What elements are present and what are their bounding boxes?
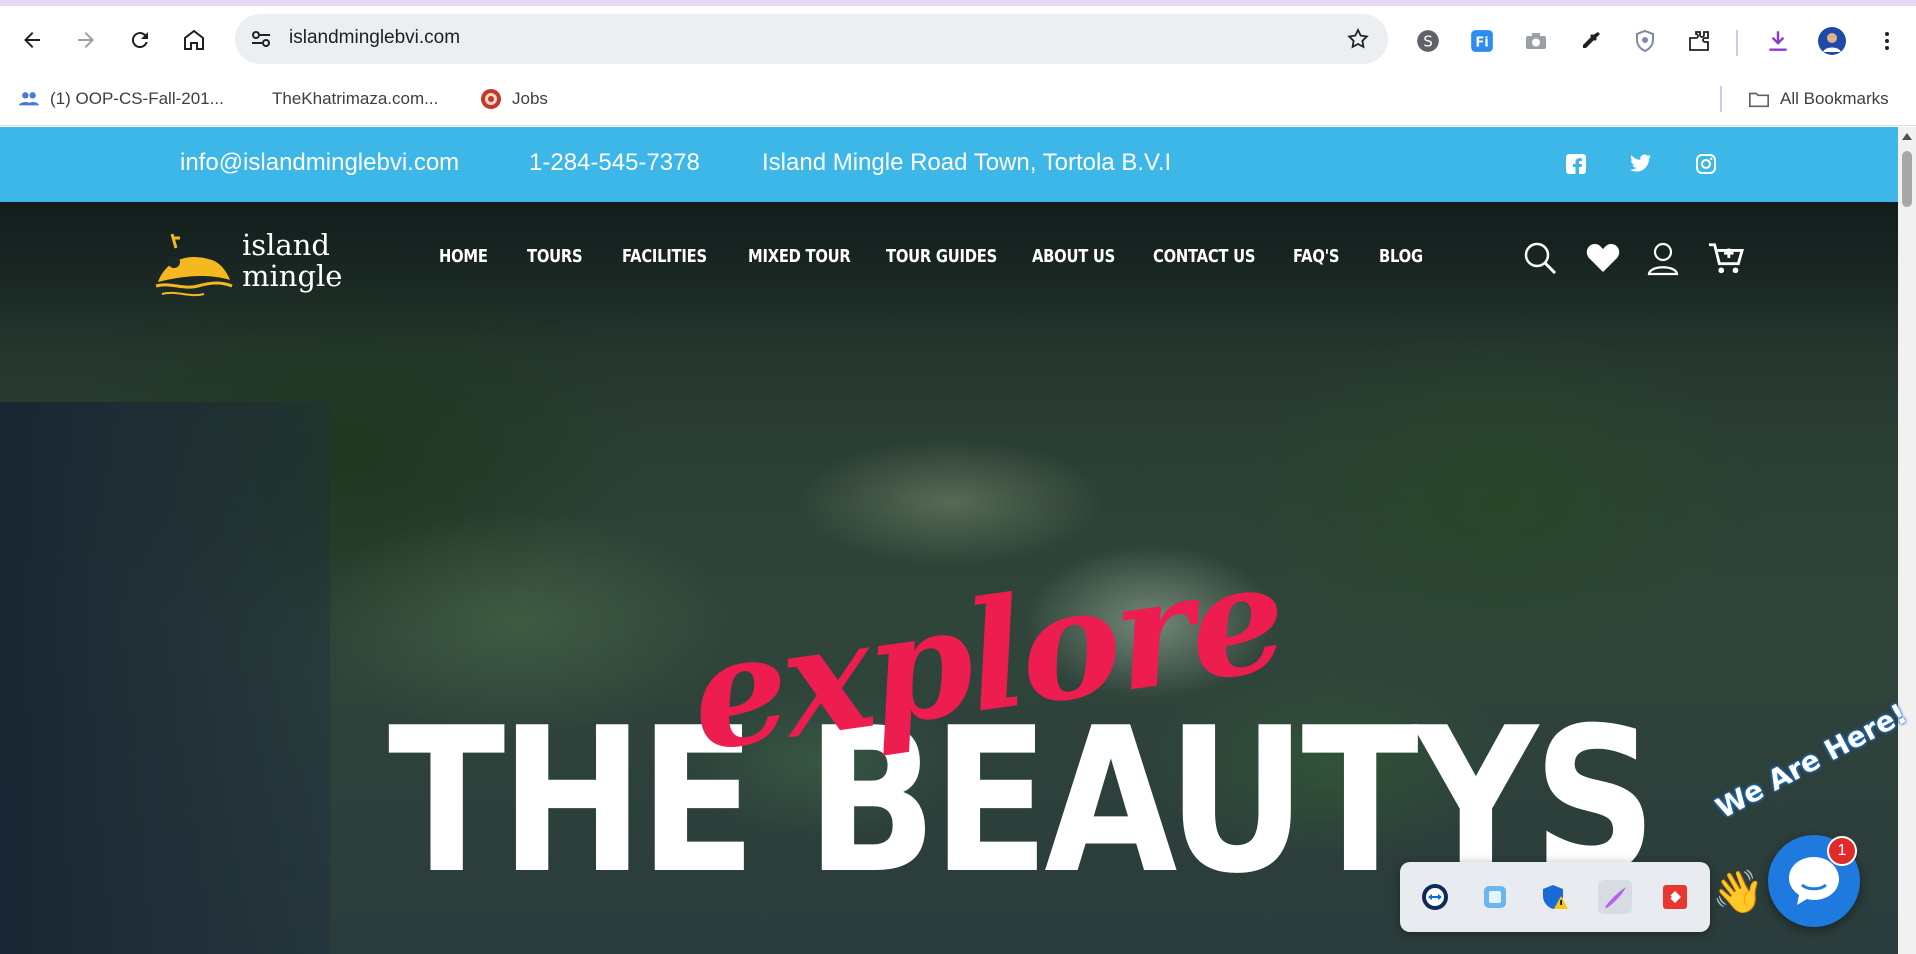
waving-hand-icon: 👋 bbox=[1712, 868, 1765, 915]
logo-line2: mingle bbox=[242, 259, 343, 293]
profile-avatar[interactable] bbox=[1818, 27, 1846, 55]
email-link[interactable]: info@islandminglebvi.com bbox=[180, 149, 459, 177]
nav-tours[interactable]: TOURS bbox=[527, 246, 583, 267]
cart-icon[interactable] bbox=[1708, 240, 1744, 276]
extensions-puzzle-icon[interactable] bbox=[1685, 27, 1713, 55]
bookmarks-separator bbox=[1720, 86, 1722, 112]
arrow-right-icon bbox=[78, 32, 94, 48]
svg-text:Fi: Fi bbox=[1475, 35, 1488, 50]
blank-page-icon bbox=[250, 88, 262, 110]
twitter-icon[interactable] bbox=[1630, 153, 1652, 175]
jobs-favicon bbox=[480, 88, 502, 110]
toolbar-separator bbox=[1736, 30, 1738, 56]
window-app-icon[interactable] bbox=[1478, 880, 1512, 914]
anydesk-icon[interactable] bbox=[1658, 880, 1692, 914]
svg-text:S: S bbox=[1423, 32, 1433, 50]
nav-facilities[interactable]: FACILITIES bbox=[622, 246, 707, 267]
bookmark-item[interactable]: TheKhatrimaza.com... bbox=[250, 84, 438, 114]
nav-mixed-tour[interactable]: MIXED TOUR bbox=[748, 246, 851, 267]
browser-menu-icon[interactable] bbox=[1873, 27, 1901, 55]
nav-faqs[interactable]: FAQ'S bbox=[1293, 246, 1340, 267]
hero-section: island mingle HOME TOURS FACILITIES MIXE… bbox=[0, 202, 1898, 954]
url-text[interactable]: islandminglebvi.com bbox=[289, 27, 460, 49]
shield-extension-icon[interactable] bbox=[1631, 27, 1659, 55]
bookmarks-bar: (1) OOP-CS-Fall-201... TheKhatrimaza.com… bbox=[0, 74, 1916, 126]
chat-notification-badge: 1 bbox=[1827, 836, 1857, 866]
forward-button[interactable] bbox=[66, 20, 106, 60]
phone-link[interactable]: 1-284-545-7378 bbox=[529, 149, 700, 177]
downloads-icon[interactable] bbox=[1764, 27, 1792, 55]
home-icon bbox=[184, 29, 204, 50]
camera-extension-icon[interactable] bbox=[1522, 27, 1550, 55]
bookmark-label: Jobs bbox=[512, 89, 548, 108]
folder-icon bbox=[1748, 88, 1770, 110]
nav-contact-us[interactable]: CONTACT US bbox=[1153, 246, 1256, 267]
home-button[interactable] bbox=[174, 20, 214, 60]
instagram-icon[interactable] bbox=[1695, 153, 1717, 175]
all-bookmarks-button[interactable]: All Bookmarks bbox=[1748, 84, 1889, 114]
all-bookmarks-label: All Bookmarks bbox=[1780, 89, 1889, 108]
heart-icon[interactable] bbox=[1585, 240, 1621, 276]
bookmark-label: (1) OOP-CS-Fall-201... bbox=[50, 89, 224, 108]
skype-extension-icon[interactable]: S bbox=[1414, 27, 1442, 55]
nav-home[interactable]: HOME bbox=[439, 246, 488, 267]
system-tray-popup bbox=[1400, 862, 1710, 932]
pen-app-icon[interactable] bbox=[1598, 880, 1632, 914]
search-icon[interactable] bbox=[1522, 240, 1558, 276]
contact-topbar: info@islandminglebvi.com 1-284-545-7378 … bbox=[0, 127, 1898, 202]
back-button[interactable] bbox=[12, 20, 52, 60]
island-logo-icon bbox=[155, 233, 233, 297]
user-icon[interactable] bbox=[1645, 240, 1681, 276]
scroll-thumb[interactable] bbox=[1902, 151, 1912, 207]
security-warning-icon[interactable] bbox=[1538, 880, 1572, 914]
eyedropper-extension-icon[interactable] bbox=[1577, 27, 1605, 55]
scroll-up-arrow-icon[interactable] bbox=[1902, 133, 1912, 140]
logo-wordmark: island mingle bbox=[242, 230, 342, 292]
arrow-left-icon bbox=[24, 32, 40, 48]
fi-extension-icon[interactable]: Fi bbox=[1468, 27, 1496, 55]
address-bar[interactable]: islandminglebvi.com bbox=[235, 14, 1388, 64]
nav-about-us[interactable]: ABOUT US bbox=[1032, 246, 1115, 267]
reload-button[interactable] bbox=[120, 20, 160, 60]
facebook-icon[interactable] bbox=[1565, 153, 1587, 175]
bookmark-star-icon[interactable] bbox=[1346, 27, 1370, 51]
reload-icon bbox=[131, 32, 148, 49]
webpage: info@islandminglebvi.com 1-284-545-7378 … bbox=[0, 127, 1898, 954]
bookmark-label: TheKhatrimaza.com... bbox=[272, 89, 439, 108]
nav-blog[interactable]: BLOG bbox=[1379, 246, 1423, 267]
site-logo[interactable]: island mingle bbox=[152, 224, 342, 299]
bookmark-item[interactable]: (1) OOP-CS-Fall-201... bbox=[18, 84, 224, 114]
browser-toolbar: islandminglebvi.com S Fi bbox=[0, 6, 1916, 74]
teamviewer-icon[interactable] bbox=[1418, 880, 1452, 914]
nav-tour-guides[interactable]: TOUR GUIDES bbox=[886, 246, 997, 267]
bookmark-item[interactable]: Jobs bbox=[480, 84, 548, 114]
logo-line1: island bbox=[242, 228, 330, 262]
page-scrollbar[interactable] bbox=[1898, 127, 1916, 954]
people-icon bbox=[18, 88, 40, 110]
address-text: Island Mingle Road Town, Tortola B.V.I bbox=[762, 149, 1172, 176]
site-settings-icon[interactable] bbox=[249, 27, 273, 51]
